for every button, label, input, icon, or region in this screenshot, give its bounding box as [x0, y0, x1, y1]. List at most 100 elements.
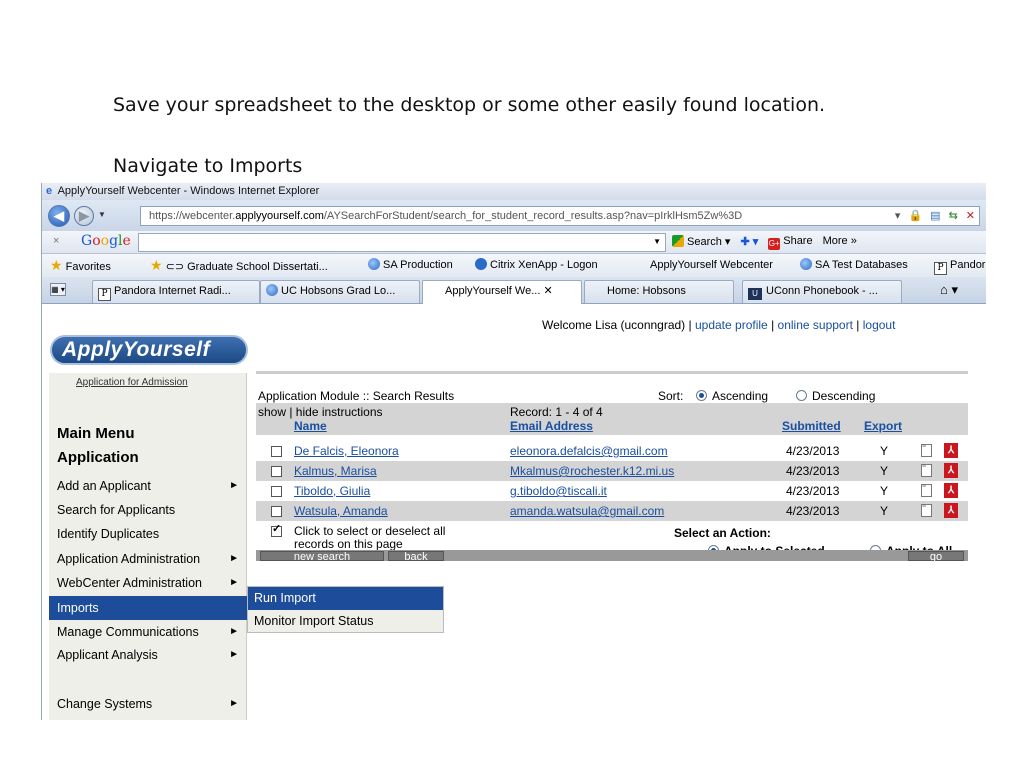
pandora-icon: P: [934, 262, 947, 275]
instruction-line-2: Navigate to Imports: [113, 155, 303, 177]
button-bar: new search back go: [256, 550, 968, 563]
column-name[interactable]: Name: [294, 419, 327, 433]
menu-applicant-analysis[interactable]: Applicant Analysis ►: [49, 643, 247, 667]
favorite-sa-production[interactable]: SA Production: [368, 254, 453, 277]
select-all-checkbox[interactable]: [271, 522, 282, 537]
submenu-arrow-icon: ►: [229, 698, 239, 709]
submenu-arrow-icon: ►: [229, 649, 239, 660]
menu-label: Imports: [57, 601, 99, 615]
radio-ascending[interactable]: [696, 390, 707, 401]
applyyourself-logo: ApplyYourself: [50, 335, 248, 365]
tab-label: ApplyYourself We... ✕: [445, 285, 553, 297]
url-domain: applyyourself.com: [235, 210, 324, 222]
menu-application-administration[interactable]: Application Administration ►: [49, 547, 247, 571]
back-button[interactable]: ◀: [48, 205, 70, 227]
applicant-email-link[interactable]: amanda.watsula@gmail.com: [510, 501, 664, 521]
back-button-page[interactable]: back: [388, 551, 444, 563]
favorite-citrix[interactable]: Citrix XenApp - Logon: [475, 254, 598, 277]
url-dropdown-icon[interactable]: ▾: [895, 207, 901, 225]
applicant-email-link[interactable]: eleonora.defalcis@gmail.com: [510, 441, 668, 461]
menu-change-systems[interactable]: Change Systems ►: [49, 692, 247, 716]
export-flag: Y: [880, 444, 889, 458]
menu-label: Applicant Analysis: [57, 648, 158, 662]
document-icon[interactable]: ≡: [921, 503, 932, 517]
menu-webcenter-administration[interactable]: WebCenter Administration ►: [49, 571, 247, 595]
url-prefix: https://webcenter.: [149, 210, 236, 222]
link-icon: ⊂⊃: [165, 261, 185, 273]
compatibility-icon[interactable]: ▤: [930, 207, 940, 225]
citrix-icon: [475, 258, 487, 270]
new-search-button[interactable]: new search: [260, 551, 384, 563]
google-search-button[interactable]: Search ▾: [672, 235, 730, 250]
pdf-icon[interactable]: ⅄: [944, 463, 958, 478]
home-icon[interactable]: ⌂ ▾: [940, 282, 958, 298]
applicant-email-link[interactable]: Mkalmus@rochester.k12.mi.us: [510, 461, 674, 481]
tab-uconn-phonebook[interactable]: U UConn Phonebook - ...: [742, 280, 902, 303]
table-row: Watsula, Amanda amanda.watsula@gmail.com…: [256, 501, 968, 521]
logout-link[interactable]: logout: [863, 318, 896, 332]
plus-icon[interactable]: ✚ ▾: [740, 235, 758, 250]
url-field[interactable]: https://webcenter.applyyourself.com/AYSe…: [140, 206, 980, 226]
row-checkbox[interactable]: [271, 486, 282, 497]
forward-button[interactable]: ▶: [74, 206, 94, 226]
menu-add-applicant[interactable]: Add an Applicant ►: [49, 474, 247, 498]
sort-descending[interactable]: Descending: [796, 389, 875, 403]
more-button[interactable]: More »: [823, 235, 857, 250]
menu-manage-communications[interactable]: Manage Communications ►: [49, 620, 247, 644]
column-export[interactable]: Export: [864, 419, 902, 433]
sort-ascending[interactable]: Ascending: [696, 389, 768, 403]
favorite-pandora[interactable]: PPandora: [934, 254, 986, 277]
tab-uc-hobsons[interactable]: UC Hobsons Grad Lo...: [260, 280, 420, 303]
column-email[interactable]: Email Address: [510, 419, 593, 433]
favorite-graduate-school[interactable]: ★ ⊂⊃ Graduate School Dissertati...: [150, 254, 328, 279]
applicant-name-link[interactable]: Kalmus, Marisa: [294, 461, 377, 481]
favorites-button[interactable]: ★ Favorites: [50, 254, 111, 279]
document-icon[interactable]: ≡: [921, 443, 932, 457]
menu-label: Search for Applicants: [57, 503, 176, 517]
applicant-name-link[interactable]: Tiboldo, Giulia: [294, 481, 370, 501]
online-support-link[interactable]: online support: [778, 318, 853, 332]
favorite-sa-test[interactable]: SA Test Databases: [800, 254, 908, 277]
menu-identify-duplicates[interactable]: Identify Duplicates: [49, 522, 247, 546]
favorite-applyyourself[interactable]: ApplyYourself Webcenter: [650, 254, 773, 277]
document-icon[interactable]: ≡: [921, 463, 932, 477]
google-search-input[interactable]: ▼: [138, 233, 666, 252]
search-dropdown-icon[interactable]: ▼: [653, 237, 661, 246]
applicant-email-link[interactable]: g.tiboldo@tiscali.it: [510, 481, 607, 501]
row-checkbox[interactable]: [271, 506, 282, 517]
tab-pandora[interactable]: P Pandora Internet Radi...: [92, 280, 260, 303]
sort-label: Sort:: [658, 389, 684, 403]
row-checkbox[interactable]: [271, 446, 282, 457]
share-button[interactable]: G+ Share: [768, 235, 813, 250]
quick-tabs-icon[interactable]: ▦ ▾: [50, 283, 66, 296]
submenu-run-import[interactable]: Run Import: [248, 587, 443, 610]
tab-home-hobsons[interactable]: Home: Hobsons: [584, 280, 734, 303]
menu-imports[interactable]: Imports: [49, 596, 247, 620]
submenu-arrow-icon: ►: [229, 577, 239, 588]
go-button[interactable]: go: [908, 551, 964, 563]
tab-applyyourself[interactable]: ApplyYourself We... ✕: [422, 280, 582, 304]
application-for-admission-link[interactable]: Application for Admission: [76, 377, 188, 388]
document-icon[interactable]: ≡: [921, 483, 932, 497]
pdf-icon[interactable]: ⅄: [944, 503, 958, 518]
lock-icon[interactable]: 🔒: [908, 207, 922, 225]
pdf-icon[interactable]: ⅄: [944, 483, 958, 498]
refresh-icon[interactable]: ⇆: [949, 207, 958, 225]
submenu-monitor-import-status[interactable]: Monitor Import Status: [248, 610, 443, 633]
google-toolbar-close-icon[interactable]: ×: [53, 235, 59, 247]
update-profile-link[interactable]: update profile: [695, 318, 768, 332]
pdf-icon[interactable]: ⅄: [944, 443, 958, 458]
radio-descending[interactable]: [796, 390, 807, 401]
main-menu-heading: Main Menu: [57, 425, 135, 442]
instruction-line-1: Save your spreadsheet to the desktop or …: [113, 94, 826, 116]
tab-bar: ▦ ▾ P Pandora Internet Radi... UC Hobsons…: [42, 277, 986, 304]
menu-search-applicants[interactable]: Search for Applicants: [49, 498, 247, 522]
applicant-name-link[interactable]: De Falcis, Eleonora: [294, 441, 399, 461]
favorite-label: Pandora: [950, 259, 986, 271]
stop-icon[interactable]: ✕: [966, 207, 975, 225]
row-checkbox[interactable]: [271, 466, 282, 477]
history-dropdown-icon[interactable]: ▼: [98, 210, 106, 219]
instructions-toggle[interactable]: show | hide instructions: [258, 405, 383, 419]
column-submitted[interactable]: Submitted: [782, 419, 841, 433]
applicant-name-link[interactable]: Watsula, Amanda: [294, 501, 388, 521]
